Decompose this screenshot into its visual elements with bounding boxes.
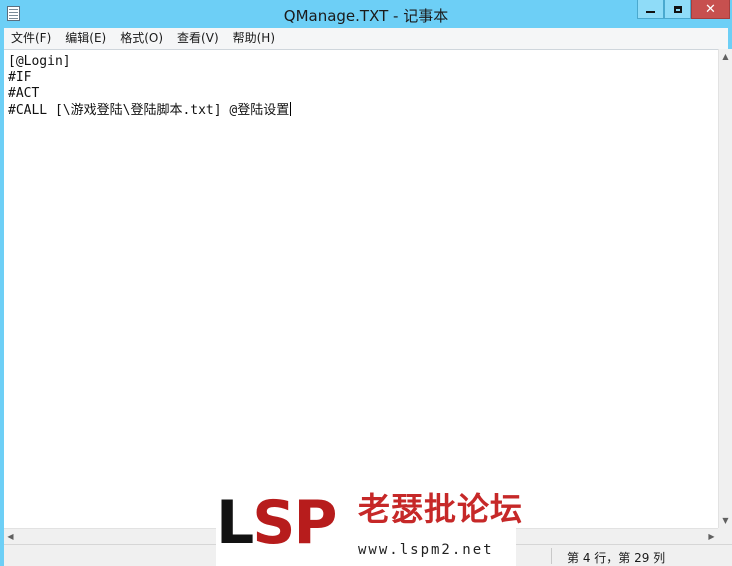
editor-text[interactable]: [@Login] #IF #ACT #CALL [\游戏登陆\登陆脚本.txt]… (8, 54, 289, 118)
logo-letters: LSP (216, 480, 356, 566)
logo-url: www.lspm2.net (358, 538, 514, 562)
close-icon: ✕ (705, 1, 716, 17)
menu-format[interactable]: 格式(O) (113, 28, 170, 49)
menu-help[interactable]: 帮助(H) (226, 28, 282, 49)
maximize-icon (673, 5, 682, 13)
size-grip[interactable] (718, 528, 732, 544)
scroll-right-icon[interactable]: ▶ (705, 529, 718, 544)
maximize-button[interactable] (664, 0, 691, 19)
text-caret (290, 102, 292, 116)
close-button[interactable]: ✕ (691, 0, 730, 19)
logo-site-name: 老瑟批论坛 (358, 490, 524, 528)
minimize-icon (646, 11, 655, 13)
cursor-position: 第 4 行，第 29 列 (567, 551, 666, 565)
notepad-window: QManage.TXT - 记事本 ✕ 文件(F) 编辑(E) 格式(O) 查看… (0, 0, 732, 566)
logo-letter-l: L (216, 488, 254, 558)
title-bar[interactable]: QManage.TXT - 记事本 ✕ (0, 0, 732, 28)
menu-edit[interactable]: 编辑(E) (58, 28, 113, 49)
logo-letters-sp: SP (252, 488, 337, 558)
scroll-up-icon[interactable]: ▲ (719, 49, 732, 64)
menu-bar: 文件(F) 编辑(E) 格式(O) 查看(V) 帮助(H) (4, 28, 728, 49)
vertical-scrollbar[interactable]: ▲ ▼ (718, 49, 732, 528)
status-separator (551, 548, 552, 564)
scroll-left-icon[interactable]: ◀ (4, 529, 17, 544)
minimize-button[interactable] (637, 0, 664, 19)
window-title: QManage.TXT - 记事本 (283, 7, 449, 25)
editor-content[interactable]: [@Login] #IF #ACT #CALL [\游戏登陆\登陆脚本.txt]… (8, 54, 292, 119)
menu-file[interactable]: 文件(F) (4, 28, 58, 49)
scroll-down-icon[interactable]: ▼ (719, 513, 732, 528)
menu-view[interactable]: 查看(V) (170, 28, 226, 49)
text-editor[interactable]: [@Login] #IF #ACT #CALL [\游戏登陆\登陆脚本.txt]… (4, 49, 718, 528)
watermark-logo: LSP 老瑟批论坛 www.lspm2.net (216, 480, 524, 566)
